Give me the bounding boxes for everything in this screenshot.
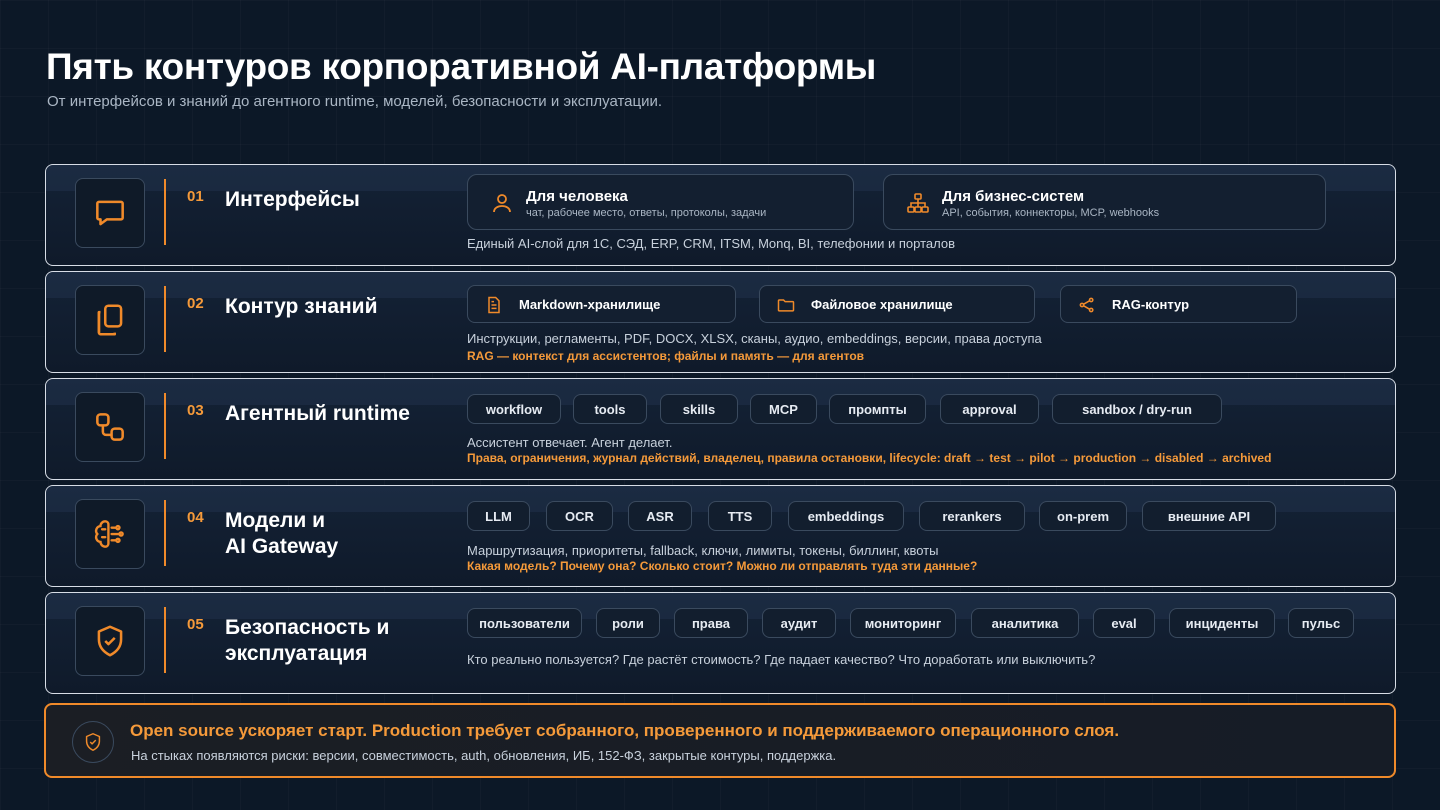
page-title: Пять контуров корпоративной AI-платформы: [46, 46, 877, 87]
footer-title: Open source ускоряет старт. Production т…: [130, 721, 1120, 740]
chip-monitoring[interactable]: мониторинг: [850, 608, 956, 638]
row-number: 04: [187, 509, 204, 526]
row-interfaces: 01 Интерфейсы Для человека чат, рабочее …: [45, 164, 1396, 266]
row-highlight: Какая модель? Почему она? Сколько стоит?…: [467, 559, 978, 573]
row-number: 01: [187, 188, 204, 205]
chip-pulse[interactable]: пульс: [1288, 608, 1354, 638]
footer-subtitle: На стыках появляются риски: версии, совм…: [131, 748, 837, 763]
card-markdown-storage[interactable]: Markdown-хранилище: [467, 285, 736, 323]
row-description: Ассистент отвечает. Агент делает.: [467, 435, 673, 450]
card-subtitle: API, события, коннекторы, MCP, webhooks: [942, 207, 1160, 219]
row-models-gateway: 04 Модели и AI Gateway LLM OCR ASR TTS e…: [45, 485, 1396, 587]
chip-embeddings[interactable]: embeddings: [788, 501, 904, 531]
chip-tools[interactable]: tools: [573, 394, 647, 424]
chip-llm[interactable]: LLM: [467, 501, 530, 531]
documents-icon: [75, 285, 145, 355]
chip-incidents[interactable]: инциденты: [1169, 608, 1275, 638]
chip-external-api[interactable]: внешние API: [1142, 501, 1276, 531]
row-title-line: Модели и: [225, 509, 326, 532]
chip-mcp[interactable]: MCP: [750, 394, 817, 424]
user-icon: [493, 194, 511, 213]
chip-rerankers[interactable]: rerankers: [919, 501, 1025, 531]
card-file-storage[interactable]: Файловое хранилище: [759, 285, 1035, 323]
accent-divider: [164, 500, 166, 566]
chip-ocr[interactable]: OCR: [546, 501, 613, 531]
chip-users[interactable]: пользователи: [467, 608, 582, 638]
card-title: Для бизнес-систем: [942, 188, 1085, 205]
chat-bubble-icon: [75, 178, 145, 248]
accent-divider: [164, 393, 166, 459]
chip-analytics[interactable]: аналитика: [971, 608, 1079, 638]
row-title: Агентный runtime: [225, 402, 410, 425]
row-title: Интерфейсы: [225, 188, 360, 211]
card-for-human[interactable]: Для человека чат, рабочее место, ответы,…: [467, 174, 854, 230]
chip-workflow[interactable]: workflow: [467, 394, 561, 424]
row-title-line: эксплуатация: [225, 642, 368, 665]
row-knowledge: 02 Контур знаний Markdown-хранилище Файл…: [45, 271, 1396, 373]
chip-roles[interactable]: роли: [596, 608, 660, 638]
chip-sandbox[interactable]: sandbox / dry-run: [1052, 394, 1222, 424]
chip-skills[interactable]: skills: [660, 394, 738, 424]
card-title: Для человека: [526, 188, 628, 205]
row-description: Кто реально пользуется? Где растёт стоим…: [467, 652, 1096, 667]
row-description: Инструкции, регламенты, PDF, DOCX, XLSX,…: [467, 331, 1042, 346]
hierarchy-icon: [907, 193, 929, 213]
card-title: Markdown-хранилище: [519, 297, 661, 312]
row-title: Контур знаний: [225, 295, 378, 318]
shield-check-icon: [75, 606, 145, 676]
card-title: Файловое хранилище: [811, 297, 953, 312]
document-icon: [488, 296, 500, 314]
chip-on-prem[interactable]: on-prem: [1039, 501, 1127, 531]
row-description: Единый AI-слой для 1С, СЭД, ERP, CRM, IT…: [467, 236, 955, 251]
accent-divider: [164, 607, 166, 673]
shield-check-icon: [72, 721, 114, 763]
chip-prompts[interactable]: промпты: [829, 394, 926, 424]
row-highlight: Права, ограничения, журнал действий, вла…: [467, 451, 1272, 465]
row-security-ops: 05 Безопасность и эксплуатация пользоват…: [45, 592, 1396, 694]
chip-approval[interactable]: approval: [940, 394, 1039, 424]
chip-tts[interactable]: TTS: [708, 501, 772, 531]
card-rag-contour[interactable]: RAG-контур: [1060, 285, 1297, 323]
row-highlight: RAG — контекст для ассистентов; файлы и …: [467, 349, 865, 363]
chip-asr[interactable]: ASR: [628, 501, 692, 531]
row-number: 03: [187, 402, 204, 419]
brain-icon: [75, 499, 145, 569]
accent-divider: [164, 179, 166, 245]
row-description: Маршрутизация, приоритеты, fallback, клю…: [467, 543, 939, 558]
chip-audit[interactable]: аудит: [762, 608, 836, 638]
workflow-icon: [75, 392, 145, 462]
folder-icon: [777, 299, 795, 312]
chip-eval[interactable]: eval: [1093, 608, 1155, 638]
chip-rights[interactable]: права: [674, 608, 748, 638]
card-title: RAG-контур: [1112, 297, 1190, 312]
row-title: Безопасность и эксплуатация: [225, 615, 389, 667]
page-subtitle: От интерфейсов и знаний до агентного run…: [47, 93, 663, 110]
row-title-line: Безопасность и: [225, 616, 390, 639]
card-for-business-systems[interactable]: Для бизнес-систем API, события, коннекто…: [883, 174, 1326, 230]
row-number: 05: [187, 616, 204, 633]
row-number: 02: [187, 295, 204, 312]
accent-divider: [164, 286, 166, 352]
row-title: Модели и AI Gateway: [225, 508, 338, 560]
share-nodes-icon: [1079, 297, 1094, 313]
row-agent-runtime: 03 Агентный runtime workflow tools skill…: [45, 378, 1396, 480]
row-title-line: AI Gateway: [225, 535, 339, 558]
card-subtitle: чат, рабочее место, ответы, протоколы, з…: [526, 207, 767, 219]
footer-callout: Open source ускоряет старт. Production т…: [44, 703, 1396, 778]
